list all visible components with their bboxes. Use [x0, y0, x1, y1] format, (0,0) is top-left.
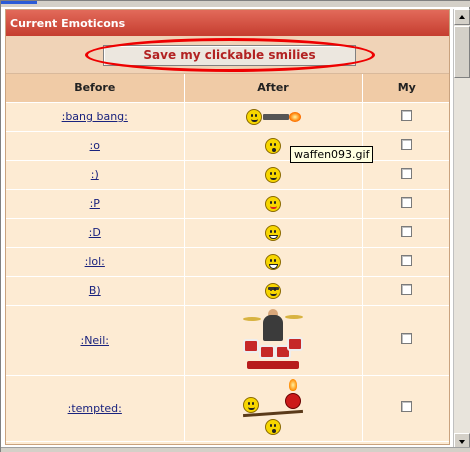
- emoticons-table: Before After My :bang bang: :o :):P:D …: [6, 74, 449, 442]
- my-smiley-checkbox[interactable]: [401, 283, 413, 295]
- emoticon-code-link[interactable]: :o: [90, 139, 100, 152]
- after-cell: [184, 189, 363, 219]
- emoticon-code-link[interactable]: :): [91, 168, 99, 181]
- scroll-up-button[interactable]: [454, 9, 470, 25]
- before-cell: :P: [6, 189, 185, 219]
- my-cell: [362, 305, 449, 376]
- save-smilies-button[interactable]: Save my clickable smilies: [103, 45, 356, 66]
- my-cell: [362, 131, 449, 161]
- table-row: B): [6, 276, 449, 306]
- column-header-before: Before: [6, 74, 185, 103]
- smiley-face-icon: [245, 108, 262, 125]
- emoticon-code-link[interactable]: B): [89, 284, 101, 297]
- table-row: :Neil:: [6, 305, 449, 376]
- column-header-my: My: [362, 74, 449, 103]
- table-row: :tempted:: [6, 375, 449, 442]
- emoticons-panel: Current Emoticons Save my clickable smil…: [5, 9, 450, 445]
- before-cell: :o: [6, 131, 185, 161]
- smile-smiley-icon[interactable]: [265, 166, 281, 183]
- before-cell: :bang bang:: [6, 102, 185, 132]
- my-cell: [362, 218, 449, 248]
- after-cell: [184, 305, 363, 376]
- my-smiley-checkbox[interactable]: [401, 225, 413, 237]
- save-bar: Save my clickable smilies: [6, 36, 449, 74]
- after-cell: [184, 160, 363, 190]
- table-row: :bang bang:: [6, 102, 449, 132]
- my-smiley-checkbox[interactable]: [401, 167, 413, 179]
- arrow-down-icon: [459, 440, 465, 444]
- my-cell: [362, 160, 449, 190]
- my-cell: [362, 247, 449, 277]
- laughing-smiley-icon[interactable]: [265, 253, 281, 270]
- after-cell: [184, 375, 363, 442]
- before-cell: :lol:: [6, 247, 185, 277]
- before-cell: :Neil:: [6, 305, 185, 376]
- after-cell: [184, 218, 363, 248]
- table-row: :o: [6, 131, 449, 161]
- emoticon-code-link[interactable]: :D: [89, 226, 101, 239]
- vertical-scrollbar[interactable]: [453, 9, 470, 449]
- before-cell: B): [6, 276, 185, 306]
- gun-icon: [262, 113, 289, 120]
- emoticon-code-link[interactable]: :bang bang:: [62, 110, 128, 123]
- title-bar-fragment: [1, 1, 37, 4]
- table-row: :): [6, 160, 449, 190]
- my-cell: [362, 375, 449, 442]
- before-cell: :D: [6, 218, 185, 248]
- my-smiley-checkbox[interactable]: [401, 401, 413, 412]
- panel-header: Current Emoticons: [6, 10, 449, 36]
- gun-shooting-smiley-icon[interactable]: [245, 108, 301, 125]
- before-cell: :tempted:: [6, 375, 185, 442]
- column-header-after: After: [184, 74, 363, 103]
- my-smiley-checkbox[interactable]: [401, 254, 413, 266]
- emoticon-code-link[interactable]: :lol:: [85, 255, 105, 268]
- emoticon-code-link[interactable]: :tempted:: [68, 402, 122, 415]
- my-smiley-checkbox[interactable]: [401, 333, 413, 344]
- seesaw-devil-smiley-icon[interactable]: [241, 379, 305, 437]
- table-row: :lol:: [6, 247, 449, 277]
- drummer-image-icon[interactable]: [241, 309, 305, 371]
- tongue-smiley-icon[interactable]: [265, 195, 281, 212]
- table-row: :D: [6, 218, 449, 248]
- table-header-row: Before After My: [6, 74, 449, 103]
- my-cell: [362, 276, 449, 306]
- scrollbar-thumb[interactable]: [454, 26, 470, 78]
- my-smiley-checkbox[interactable]: [401, 196, 413, 208]
- after-cell: [184, 276, 363, 306]
- my-smiley-checkbox[interactable]: [401, 138, 413, 150]
- emoticon-code-link[interactable]: :Neil:: [80, 334, 109, 347]
- after-cell: [184, 102, 363, 132]
- surprised-smiley-icon[interactable]: [265, 137, 281, 154]
- arrow-up-icon: [459, 15, 465, 19]
- emoticon-code-link[interactable]: :P: [90, 197, 100, 210]
- table-row: :P: [6, 189, 449, 219]
- muzzle-flash-icon: [288, 111, 301, 122]
- image-tooltip: waffen093.gif: [290, 146, 374, 163]
- status-bar: [1, 447, 470, 452]
- after-cell: [184, 247, 363, 277]
- big-grin-smiley-icon[interactable]: [265, 224, 281, 241]
- my-cell: [362, 102, 449, 132]
- browser-window: Current Emoticons Save my clickable smil…: [0, 0, 470, 452]
- my-cell: [362, 189, 449, 219]
- my-smiley-checkbox[interactable]: [401, 109, 413, 121]
- before-cell: :): [6, 160, 185, 190]
- window-top-strip: [1, 1, 470, 7]
- sunglasses-smiley-icon[interactable]: [265, 282, 281, 299]
